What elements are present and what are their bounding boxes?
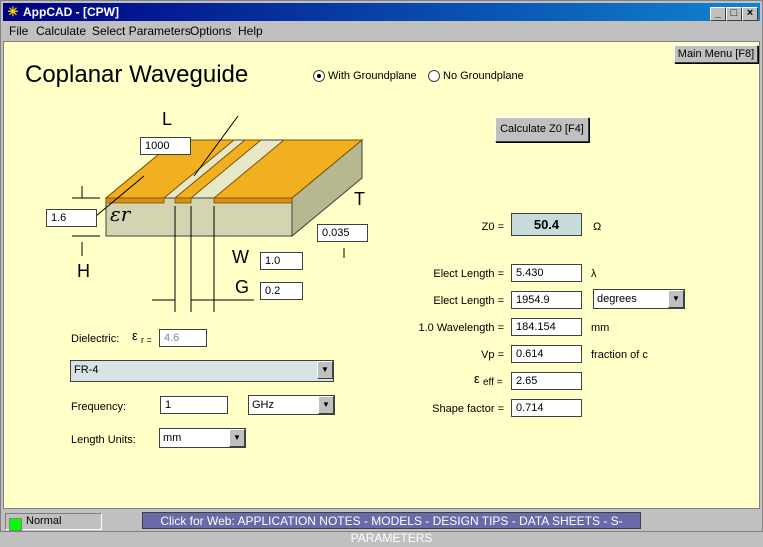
menu-file[interactable]: File [9, 24, 28, 38]
frequency-unit-value: GHz [252, 399, 274, 411]
cpw-panel: Main Menu [F8] Coplanar Waveguide With G… [3, 41, 760, 509]
menu-options[interactable]: Options [190, 24, 231, 38]
menu-select-parameters[interactable]: Select Parameters [92, 24, 191, 38]
menu-calculate[interactable]: Calculate [36, 24, 86, 38]
menu-bar: File Calculate Select Parameters Options… [3, 21, 760, 41]
length-units-select[interactable]: mm ▼ [159, 428, 246, 448]
page-title: Coplanar Waveguide [25, 61, 249, 88]
h-input[interactable] [46, 209, 97, 227]
length-units-label: Length Units: [71, 434, 136, 446]
vp-value: 0.614 [511, 345, 582, 363]
minimize-button[interactable]: _ [710, 7, 726, 21]
window-title: AppCAD - [CPW] [23, 5, 119, 19]
calculate-z0-button[interactable]: Calculate Z0 [F4] [495, 117, 589, 142]
z0-unit: Ω [593, 221, 602, 233]
center-strip-edge [174, 197, 192, 204]
elect-length-lambda-label: Elect Length = [433, 268, 504, 280]
eeff-suffix: eff = [483, 377, 503, 388]
wavelength-unit: mm [591, 322, 610, 334]
substrate-front [105, 197, 293, 237]
chevron-down-icon[interactable]: ▼ [668, 290, 684, 308]
web-link-banner[interactable]: Click for Web: APPLICATION NOTES - MODEL… [142, 512, 641, 545]
er-suffix: r = [141, 335, 152, 345]
shape-factor-value: 0.714 [511, 399, 582, 417]
angle-unit-value: degrees [597, 293, 637, 305]
g-label: G [235, 277, 250, 297]
z0-label: Z0 = [481, 221, 504, 233]
status-mode-text: Normal [26, 515, 62, 527]
vp-label: Vp = [481, 349, 504, 361]
frequency-unit-select[interactable]: GHz ▼ [248, 395, 335, 415]
w-label: W [232, 247, 249, 267]
angle-unit-select[interactable]: degrees ▼ [593, 289, 685, 309]
t-input[interactable] [317, 224, 368, 242]
chevron-down-icon[interactable]: ▼ [229, 429, 245, 447]
l-label: L [162, 109, 173, 129]
vp-unit: fraction of c [591, 349, 648, 361]
radio-without-label: No Groundplane [443, 70, 524, 82]
elect-length-lambda-value: 5.430 [511, 264, 582, 282]
h-label: H [77, 261, 90, 281]
maximize-button[interactable]: □ [726, 7, 742, 21]
er-symbol-small: ε [132, 328, 138, 343]
cpw-diagram [72, 115, 364, 312]
material-value: FR-4 [74, 364, 99, 376]
radio-no-groundplane[interactable]: No Groundplane [428, 69, 524, 83]
eeff-value: 2.65 [511, 372, 582, 390]
lambda-unit: λ [591, 268, 597, 280]
radio-unselected-icon [428, 70, 440, 82]
er-symbol: εr [110, 202, 131, 226]
ground-strip-right-edge [213, 197, 293, 204]
frequency-input[interactable] [160, 396, 228, 414]
chevron-down-icon[interactable]: ▼ [317, 361, 333, 379]
frequency-label: Frequency: [71, 401, 127, 413]
wavelength-label: 1.0 Wavelength = [418, 322, 504, 334]
close-button[interactable]: × [742, 7, 758, 21]
length-units-value: mm [163, 432, 182, 444]
wavelength-value: 184.154 [511, 318, 582, 336]
dielectric-label: Dielectric: [71, 333, 120, 345]
material-select[interactable]: FR-4 ▼ [70, 360, 334, 382]
eeff-symbol: ε [474, 371, 480, 386]
app-window: ✳ AppCAD - [CPW] _ □ × File Calculate Se… [0, 0, 763, 545]
shape-factor-label: Shape factor = [432, 403, 504, 415]
t-label: T [354, 189, 365, 209]
status-indicator-icon [9, 518, 22, 531]
elect-length-deg-value: 1954.9 [511, 291, 582, 309]
g-input[interactable] [260, 282, 303, 300]
chevron-down-icon[interactable]: ▼ [318, 396, 334, 414]
status-mode: Normal [5, 513, 102, 531]
er-input[interactable] [159, 329, 207, 347]
w-input[interactable] [260, 252, 303, 270]
z0-value: 50.4 [511, 213, 582, 236]
elect-length-deg-label: Elect Length = [433, 295, 504, 307]
main-menu-button[interactable]: Main Menu [F8] [674, 45, 758, 63]
appcad-icon: ✳ [7, 4, 19, 19]
status-bar: Normal Click for Web: APPLICATION NOTES … [3, 511, 760, 545]
radio-with-groundplane[interactable]: With Groundplane [313, 69, 417, 83]
l-input[interactable] [140, 137, 191, 155]
title-bar: ✳ AppCAD - [CPW] _ □ × [3, 3, 760, 21]
menu-help[interactable]: Help [238, 24, 263, 38]
radio-selected-icon [313, 70, 325, 82]
radio-with-label: With Groundplane [328, 70, 417, 82]
